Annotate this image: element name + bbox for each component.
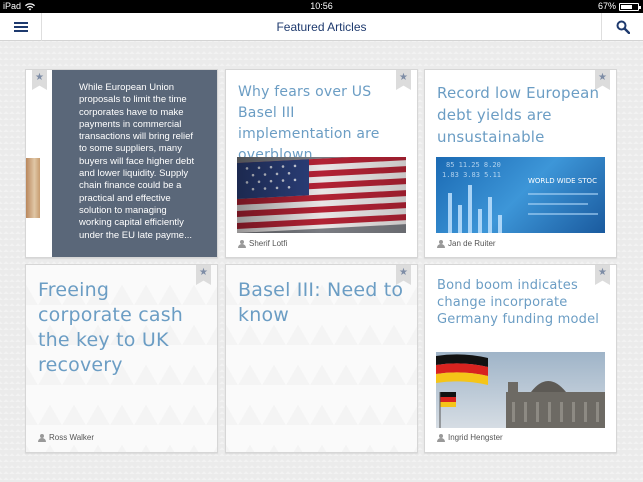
article-card-basel-iii[interactable]: ★ Basel III: Need to know (225, 264, 418, 453)
nav-bar: Featured Articles (0, 13, 643, 41)
article-image-partial (26, 158, 40, 218)
article-title: Record low European debt yields are unsu… (437, 84, 600, 146)
author-name: Ingrid Hengster (448, 433, 503, 442)
article-card-european-debt[interactable]: ★ Record low European debt yields are un… (424, 69, 617, 258)
svg-text:85 11.25 8.20: 85 11.25 8.20 (446, 161, 501, 169)
battery-icon (619, 3, 641, 11)
author-name: Jan de Ruiter (448, 239, 496, 248)
article-card-us-basel[interactable]: ★ Why fears over US Basel III implementa… (225, 69, 418, 258)
author-name: Sherif Lotfi (249, 239, 288, 248)
article-image-us-flag (237, 157, 406, 233)
status-right: 67% (597, 0, 641, 13)
article-card-bond-boom[interactable]: ★ Bond boom indicates change incorporate… (424, 264, 617, 453)
person-icon (38, 433, 46, 442)
article-author: Ross Walker (38, 433, 94, 442)
search-icon (616, 20, 630, 34)
article-title: Why fears over US Basel III implementati… (238, 84, 380, 163)
article-author: Sherif Lotfi (238, 239, 287, 248)
article-card-eu-late-payment[interactable]: ★ While European Union proposals to limi… (25, 69, 218, 258)
svg-text:1.83 3.83 5.11: 1.83 3.83 5.11 (442, 171, 501, 179)
person-icon (437, 433, 445, 442)
battery-percent: 67% (597, 1, 616, 11)
page-title: Featured Articles (276, 20, 367, 34)
status-time: 10:56 (310, 1, 333, 11)
star-icon: ★ (35, 72, 44, 83)
article-summary: While European Union proposals to limit … (52, 70, 217, 257)
author-name: Ross Walker (49, 433, 95, 442)
bookmark-button[interactable]: ★ (32, 70, 47, 90)
ticker-text: WORLD WIDE STOC (528, 177, 597, 185)
article-author: Ingrid Hengster (437, 433, 503, 442)
search-button[interactable] (601, 13, 643, 41)
article-title: Freeing corporate cash the key to UK rec… (38, 279, 184, 376)
article-title: Bond boom indicates change incorporate G… (437, 278, 600, 327)
status-bar: iPad 10:56 67% (0, 0, 643, 13)
article-title: Basel III: Need to know (238, 279, 404, 326)
article-author: Jan de Ruiter (437, 239, 496, 248)
article-image-german-flag (436, 352, 605, 428)
person-icon (437, 239, 445, 248)
article-card-uk-recovery[interactable]: ★ Freeing corporate cash the key to UK r… (25, 264, 218, 453)
person-icon (238, 239, 246, 248)
article-image-stock-ticker: 85 11.25 8.20 1.83 3.83 5.11 WORLD WIDE … (436, 157, 605, 233)
